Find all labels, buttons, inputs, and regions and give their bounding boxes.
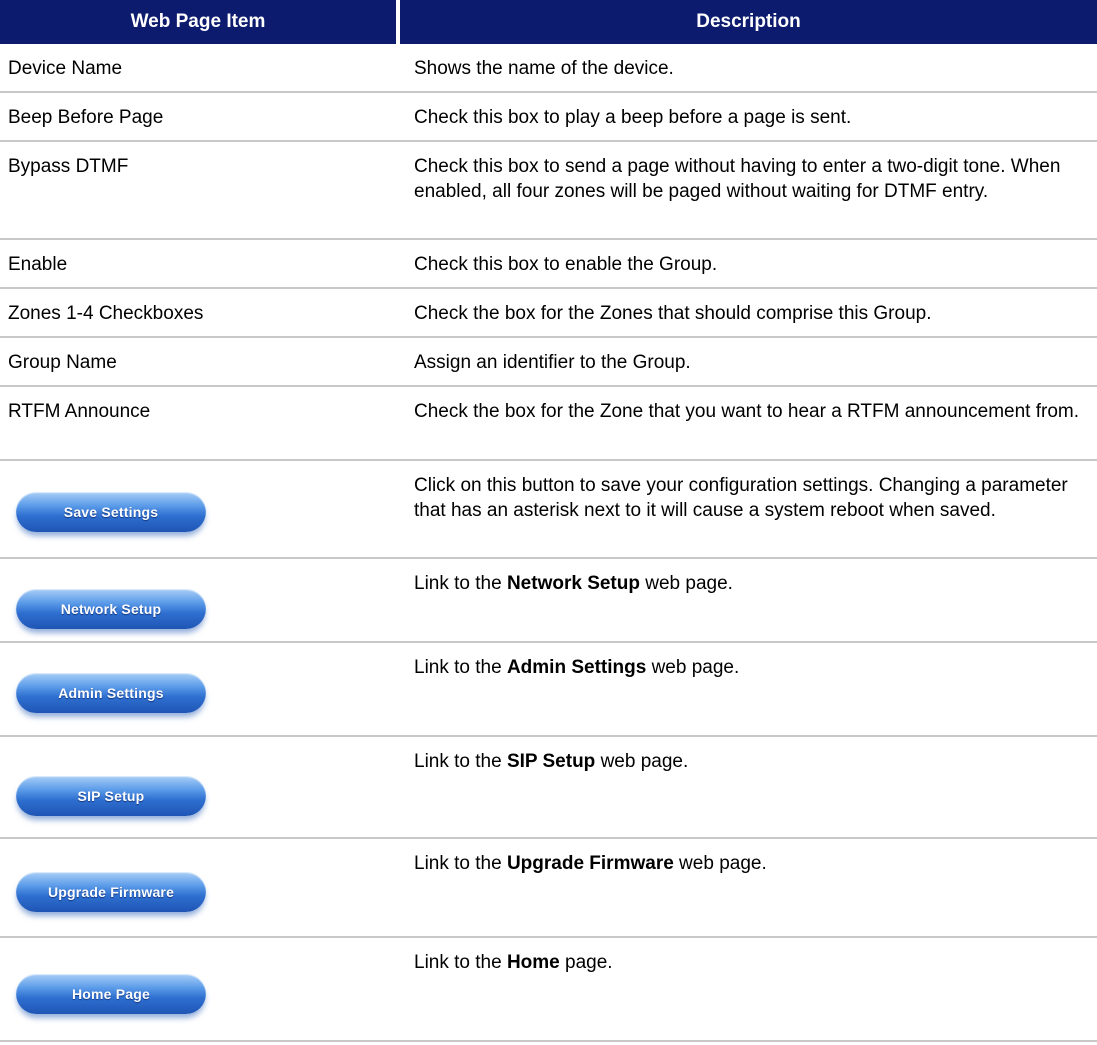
table-row: Bypass DTMF Check this box to send a pag… <box>0 142 1097 240</box>
table-row: Enable Check this box to enable the Grou… <box>0 240 1097 289</box>
row-description: Link to the Home page. <box>414 952 613 973</box>
table-row: Network Setup Link to the Network Setup … <box>0 559 1097 643</box>
row-description: Check the box for the Zone that you want… <box>414 401 1079 422</box>
item-enable: Enable <box>8 254 68 275</box>
column-header-item: Web Page Item <box>0 0 396 44</box>
row-description: Check this box to play a beep before a p… <box>414 107 852 128</box>
column-header-description: Description <box>400 0 1097 44</box>
table-row: Beep Before Page Check this box to play … <box>0 93 1097 142</box>
row-description: Link to the Admin Settings web page. <box>414 657 740 678</box>
row-description: Link to the Upgrade Firmware web page. <box>414 853 767 874</box>
upgrade-firmware-button[interactable]: Upgrade Firmware <box>16 872 206 912</box>
table-row: Group Name Assign an identifier to the G… <box>0 338 1097 387</box>
table-row: RTFM Announce Check the box for the Zone… <box>0 387 1097 461</box>
save-settings-button[interactable]: Save Settings <box>16 492 206 532</box>
row-description: Check this box to send a page without ha… <box>414 156 1061 202</box>
network-setup-button[interactable]: Network Setup <box>16 589 206 629</box>
item-bypass-dtmf: Bypass DTMF <box>8 156 129 177</box>
row-description: Link to the SIP Setup web page. <box>414 751 689 772</box>
home-page-button[interactable]: Home Page <box>16 974 206 1014</box>
item-group-name: Group Name <box>8 352 117 373</box>
row-description: Click on this button to save your config… <box>414 475 1068 521</box>
table-row: Save Settings Click on this button to sa… <box>0 461 1097 559</box>
table-row: SIP Setup Link to the SIP Setup web page… <box>0 737 1097 839</box>
row-description: Assign an identifier to the Group. <box>414 352 691 373</box>
item-rtfm-announce: RTFM Announce <box>8 401 151 422</box>
table-row: Device Name Shows the name of the device… <box>0 44 1097 93</box>
table-row: Upgrade Firmware Link to the Upgrade Fir… <box>0 839 1097 938</box>
table-row: Admin Settings Link to the Admin Setting… <box>0 643 1097 737</box>
table-row: Zones 1-4 Checkboxes Check the box for t… <box>0 289 1097 338</box>
row-description: Check this box to enable the Group. <box>414 254 718 275</box>
item-beep-before-page: Beep Before Page <box>8 107 164 128</box>
sip-setup-button[interactable]: SIP Setup <box>16 776 206 816</box>
row-description: Shows the name of the device. <box>414 58 674 79</box>
table-row: Home Page Link to the Home page. <box>0 938 1097 1042</box>
admin-settings-button[interactable]: Admin Settings <box>16 673 206 713</box>
item-zones-checkboxes: Zones 1-4 Checkboxes <box>8 303 204 324</box>
row-description: Link to the Network Setup web page. <box>414 573 733 594</box>
item-device-name: Device Name <box>8 58 123 79</box>
row-description: Check the box for the Zones that should … <box>414 303 932 324</box>
